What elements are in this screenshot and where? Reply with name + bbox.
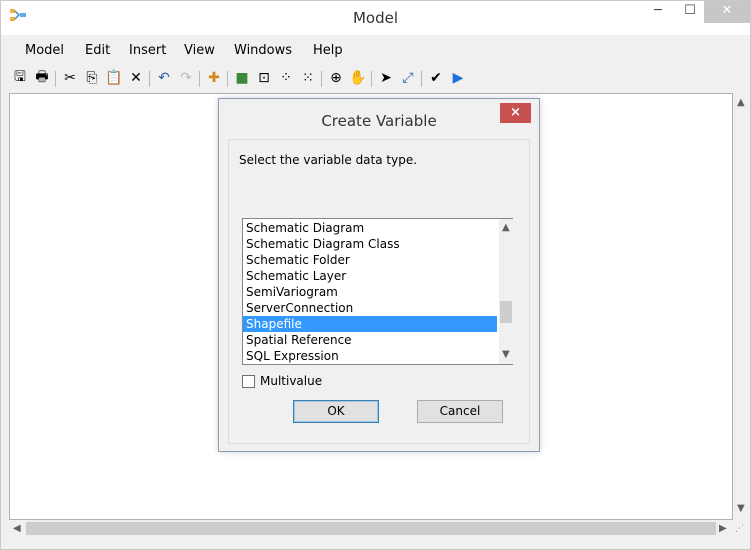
zoom-out-fixed-icon[interactable]: ⁙ [299, 69, 317, 87]
list-item[interactable]: ServerConnection [243, 300, 497, 316]
list-item[interactable]: Schematic Layer [243, 268, 497, 284]
resize-grip-icon[interactable]: ⋰ [735, 524, 744, 534]
validate-icon[interactable]: ✔ [427, 69, 445, 87]
undo-icon[interactable]: ↶ [155, 69, 173, 87]
menu-windows[interactable]: Windows [234, 43, 292, 58]
toolbar-separator [149, 71, 150, 87]
menu-model[interactable]: Model [25, 43, 64, 58]
print-icon[interactable]: 🖶 [33, 69, 51, 87]
multivalue-checkbox[interactable] [242, 375, 255, 388]
menu-insert[interactable]: Insert [129, 43, 166, 58]
list-item[interactable]: Schematic Diagram Class [243, 236, 497, 252]
paste-icon[interactable]: 📋 [105, 69, 123, 87]
close-window-button[interactable]: ✕ [704, 1, 750, 23]
vertical-scrollbar[interactable]: ▲ ▼ [733, 93, 750, 520]
scroll-up-icon[interactable]: ▲ [737, 97, 745, 108]
toolbar-separator [227, 71, 228, 87]
multivalue-label: Multivalue [260, 374, 323, 388]
zoom-in-fixed-icon[interactable]: ⁘ [277, 69, 295, 87]
list-scroll-up-icon[interactable]: ▲ [502, 222, 510, 233]
window-title: Model [352, 9, 399, 27]
horizontal-scrollbar[interactable]: ◀ ▶ [9, 520, 733, 538]
cancel-button[interactable]: Cancel [417, 400, 503, 423]
minimize-button[interactable]: ─ [641, 1, 675, 23]
data-type-list[interactable]: Schematic Diagram Schematic Diagram Clas… [242, 218, 513, 365]
ok-button[interactable]: OK [293, 400, 379, 423]
list-item[interactable]: SQL Expression [243, 348, 497, 364]
save-icon[interactable]: 🖫 [11, 69, 29, 87]
connect-icon[interactable]: ⤢ [399, 69, 417, 87]
dialog-close-button[interactable]: × [500, 103, 531, 123]
list-scroll-thumb[interactable] [500, 301, 512, 323]
scroll-down-icon[interactable]: ▼ [737, 503, 745, 514]
dialog-body: Select the variable data type. Schematic… [228, 139, 530, 444]
title-bar: Model ─ ☐ ✕ [1, 1, 750, 35]
list-scroll-down-icon[interactable]: ▼ [502, 349, 510, 360]
pan-icon[interactable]: ✋ [349, 69, 367, 87]
toolbar-separator [371, 71, 372, 87]
create-variable-dialog: Create Variable × Select the variable da… [218, 98, 540, 452]
scroll-left-icon[interactable]: ◀ [13, 523, 21, 534]
add-data-icon[interactable]: ✚ [205, 69, 223, 87]
toolbar-separator [321, 71, 322, 87]
toolbar: 🖫 🖶 ✂ ⎘ 📋 ✕ ↶ ↷ ✚ ■ ⊡ ⁘ ⁙ ⊕ ✋ ➤ ⤢ ✔ ▶ [1, 65, 750, 93]
menu-view[interactable]: View [184, 43, 215, 58]
dialog-title: Create Variable [321, 112, 437, 130]
list-item-selected[interactable]: Shapefile [243, 316, 497, 332]
menu-help[interactable]: Help [313, 43, 343, 58]
select-icon[interactable]: ➤ [377, 69, 395, 87]
zoom-in-icon[interactable]: ⊕ [327, 69, 345, 87]
toolbar-separator [421, 71, 422, 87]
toolbar-separator [199, 71, 200, 87]
maximize-button[interactable]: ☐ [673, 1, 707, 23]
cut-icon[interactable]: ✂ [61, 69, 79, 87]
list-items: Schematic Diagram Schematic Diagram Clas… [243, 220, 497, 364]
copy-icon[interactable]: ⎘ [83, 69, 101, 87]
full-extent-icon[interactable]: ⊡ [255, 69, 273, 87]
delete-icon[interactable]: ✕ [127, 69, 145, 87]
scroll-right-icon[interactable]: ▶ [719, 523, 727, 534]
toolbar-separator [55, 71, 56, 87]
list-scrollbar[interactable]: ▲ ▼ [499, 219, 513, 364]
list-item[interactable]: Spatial Reference [243, 332, 497, 348]
redo-icon[interactable]: ↷ [177, 69, 195, 87]
menu-edit[interactable]: Edit [85, 43, 110, 58]
dialog-prompt: Select the variable data type. [239, 153, 418, 167]
list-item[interactable]: Schematic Folder [243, 252, 497, 268]
menu-bar: Model Edit Insert View Windows Help [1, 39, 750, 63]
run-icon[interactable]: ▶ [449, 69, 467, 87]
list-item[interactable]: SemiVariogram [243, 284, 497, 300]
horizontal-scroll-thumb[interactable] [26, 522, 716, 535]
list-item[interactable]: Schematic Diagram [243, 220, 497, 236]
dialog-title-bar: Create Variable × [219, 99, 539, 139]
auto-layout-icon[interactable]: ■ [233, 69, 251, 87]
